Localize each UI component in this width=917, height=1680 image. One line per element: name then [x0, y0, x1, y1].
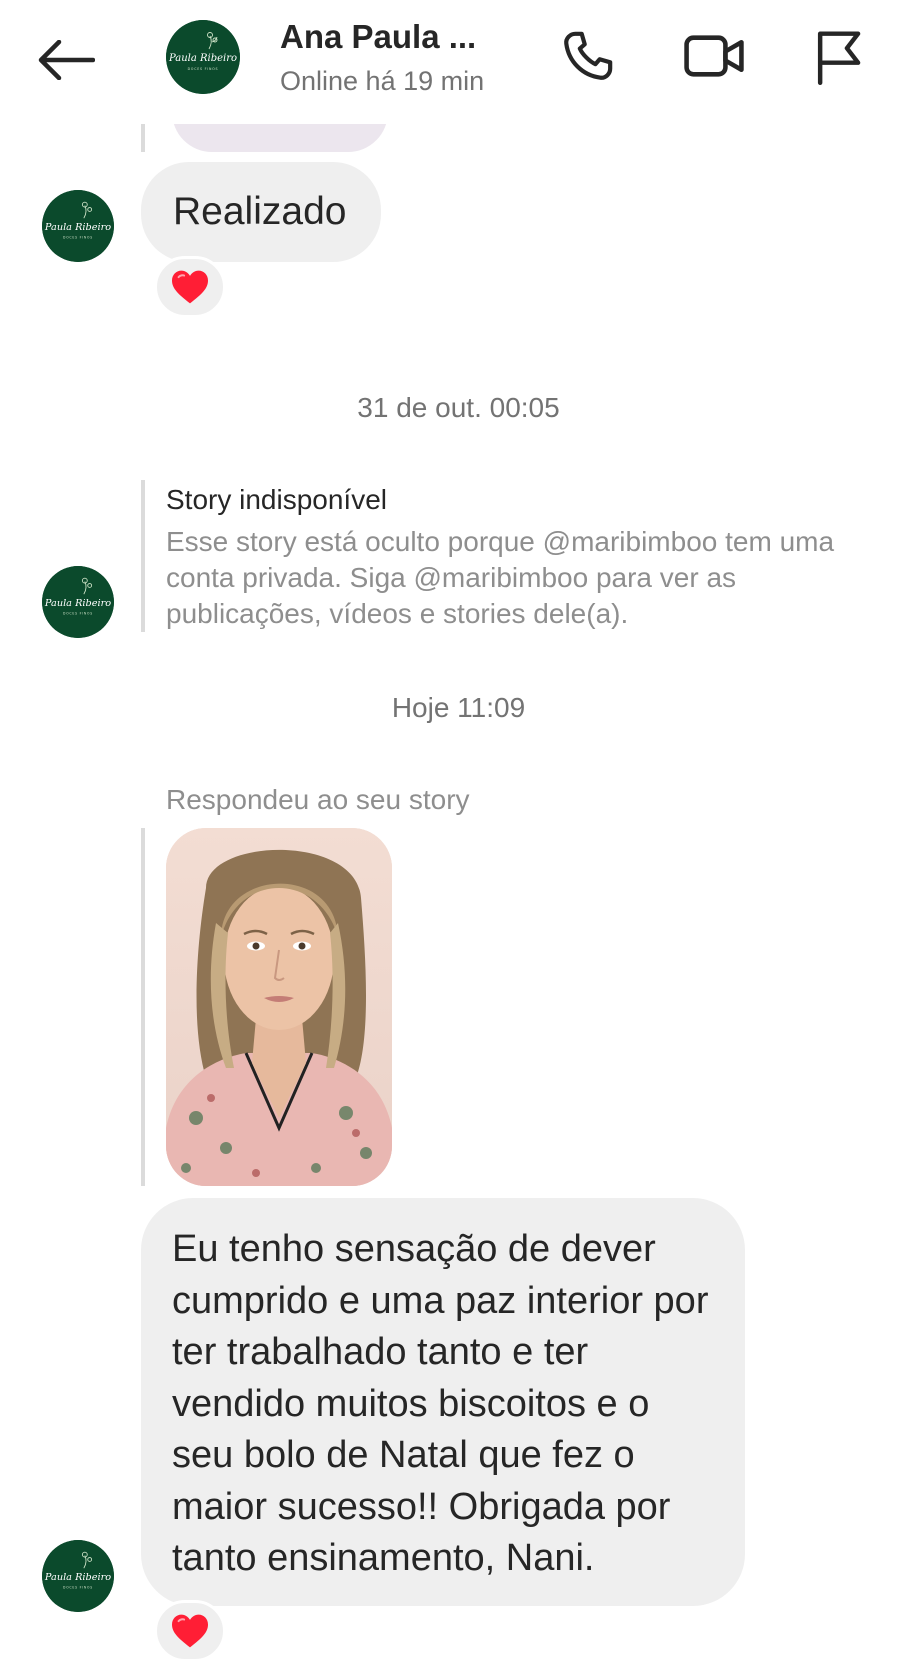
brand-logo-icon: Paula Ribeiro DOCES FINOS	[42, 1540, 114, 1612]
flag-icon	[817, 31, 861, 85]
heart-icon	[172, 270, 208, 304]
message-text: Realizado	[173, 190, 347, 233]
heart-icon	[172, 1614, 208, 1648]
story-photo	[166, 828, 392, 1186]
chat-header: Paula Ribeiro DOCES FINOS Ana Paula ... …	[0, 0, 917, 124]
story-unavailable-body: Esse story está oculto porque @maribimbo…	[166, 526, 835, 629]
timestamp-divider: 31 de out. 00:05	[357, 392, 560, 423]
brand-sub: DOCES FINOS	[188, 67, 219, 71]
avatar[interactable]: Paula Ribeiro DOCES FINOS	[42, 190, 114, 262]
contact-status: Online há 19 min	[280, 66, 485, 96]
message-bubble[interactable]: Realizado	[141, 162, 381, 262]
report-button[interactable]	[806, 24, 870, 88]
story-thumbnail[interactable]	[166, 828, 392, 1186]
brand-logo-icon: Paula Ribeiro DOCES FINOS	[166, 20, 240, 94]
call-button[interactable]	[556, 24, 620, 88]
phone-icon	[564, 31, 613, 80]
brand-sub: DOCES FINOS	[63, 612, 93, 616]
timestamp-divider: Hoje 11:09	[391, 692, 526, 723]
brand-sub: DOCES FINOS	[63, 236, 93, 240]
video-camera-icon	[684, 35, 744, 77]
contact-name[interactable]: Ana Paula ...	[280, 18, 476, 56]
brand-logo-icon: Paula Ribeiro DOCES FINOS	[42, 566, 114, 638]
arrow-left-icon	[38, 40, 95, 80]
avatar[interactable]: Paula Ribeiro DOCES FINOS	[42, 1540, 114, 1612]
brand-name: Paula Ribeiro	[44, 598, 111, 609]
video-call-button[interactable]	[682, 24, 746, 88]
avatar[interactable]: Paula Ribeiro DOCES FINOS	[166, 20, 240, 94]
back-button[interactable]	[36, 30, 96, 90]
message-bubble[interactable]: Eu tenho sensação de dever cumprido e um…	[141, 1198, 745, 1606]
reaction-badge[interactable]	[154, 256, 226, 318]
story-unavailable-title: Story indisponível	[166, 484, 388, 515]
avatar[interactable]: Paula Ribeiro DOCES FINOS	[42, 566, 114, 638]
story-reply-line	[141, 480, 145, 632]
brand-sub: DOCES FINOS	[63, 1586, 93, 1590]
reaction-badge[interactable]	[154, 1600, 226, 1662]
brand-name: Paula Ribeiro	[44, 222, 111, 233]
message-text: Eu tenho sensação de dever cumprido e um…	[172, 1228, 709, 1579]
brand-logo-icon: Paula Ribeiro DOCES FINOS	[42, 190, 114, 262]
brand-name: Paula Ribeiro	[44, 1572, 111, 1583]
story-reply-line	[141, 828, 145, 1186]
brand-name: Paula Ribeiro	[168, 53, 237, 64]
replied-to-story-label: Respondeu ao seu story	[166, 784, 470, 815]
